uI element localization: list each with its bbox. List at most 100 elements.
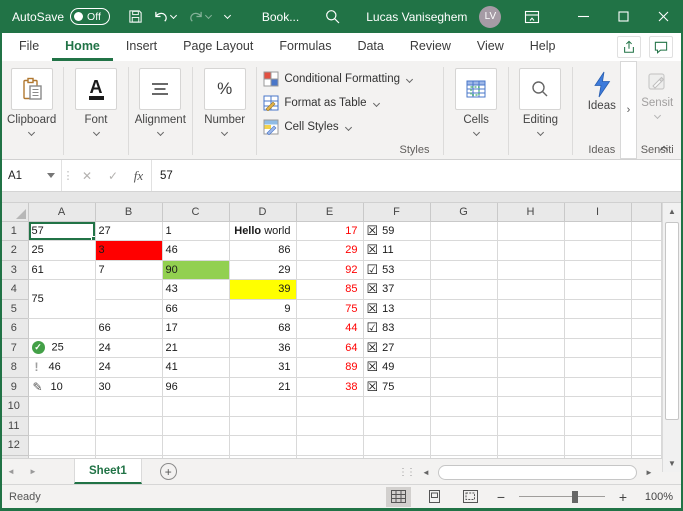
page-break-preview-button[interactable]	[458, 487, 483, 507]
cell-D12[interactable]	[229, 436, 296, 456]
checkbox-checked-icon[interactable]: ☑	[367, 320, 379, 335]
cell-B3[interactable]: 7	[95, 260, 162, 280]
scrollbar-resize-grip[interactable]: ⋮⋮	[398, 467, 414, 478]
close-button[interactable]	[643, 0, 683, 33]
checkbox-crossed-icon[interactable]: ☒	[367, 359, 379, 374]
horizontal-scrollbar[interactable]: ⋮⋮ ◄ ►	[398, 463, 657, 481]
name-box-dropdown-icon[interactable]	[47, 173, 55, 178]
cell-G10[interactable]	[430, 397, 497, 417]
cells-button[interactable]	[455, 68, 497, 110]
cell-I9[interactable]	[564, 377, 631, 397]
normal-view-button[interactable]	[386, 487, 411, 507]
fill-handle[interactable]	[91, 236, 96, 241]
cell-D6[interactable]: 68	[229, 319, 296, 339]
cells-group-button[interactable]: Cells	[444, 61, 507, 159]
cell-B8[interactable]: 24	[95, 358, 162, 378]
cell-C4[interactable]: 43	[162, 280, 229, 300]
cell-H6[interactable]	[497, 319, 564, 339]
cell-H2[interactable]	[497, 241, 564, 261]
autosave-pill[interactable]: Off	[70, 8, 110, 25]
undo-button[interactable]	[149, 7, 182, 27]
format-as-table-button[interactable]: Format as Table	[263, 91, 378, 115]
cell-E2[interactable]: 29	[296, 241, 363, 261]
cell-G12[interactable]	[430, 436, 497, 456]
scroll-right-icon[interactable]: ►	[641, 464, 657, 480]
cell-E10[interactable]	[296, 397, 363, 417]
cell-G6[interactable]	[430, 319, 497, 339]
column-header-a[interactable]: A	[28, 203, 95, 221]
cell-E5[interactable]: 75	[296, 299, 363, 319]
zoom-in-button[interactable]: +	[616, 489, 630, 505]
cell-F8[interactable]: ☒49	[363, 358, 430, 378]
cell-I11[interactable]	[564, 416, 631, 436]
cell-D4[interactable]: 39	[229, 280, 296, 300]
cell-A7[interactable]: ✓25	[28, 338, 95, 358]
page-layout-view-button[interactable]	[422, 487, 447, 507]
cell-A4[interactable]: 75	[28, 280, 95, 319]
cell-C1[interactable]: 1	[162, 221, 229, 241]
scroll-left-icon[interactable]: ◄	[418, 464, 434, 480]
cell-C5[interactable]: 66	[162, 299, 229, 319]
cell-A3[interactable]: 61	[28, 260, 95, 280]
zoom-slider-thumb[interactable]	[572, 491, 578, 503]
cell-H7[interactable]	[497, 338, 564, 358]
cell-G5[interactable]	[430, 299, 497, 319]
cell-I3[interactable]	[564, 260, 631, 280]
cell-F7[interactable]: ☒27	[363, 338, 430, 358]
maximize-button[interactable]	[603, 0, 643, 33]
vertical-scroll-thumb[interactable]	[665, 222, 679, 420]
scroll-up-icon[interactable]: ▲	[663, 203, 681, 220]
document-title[interactable]: Book...	[262, 10, 299, 24]
clipboard-group-button[interactable]: Clipboard	[0, 61, 63, 159]
cell-A6[interactable]	[28, 319, 95, 339]
cell-C6[interactable]: 17	[162, 319, 229, 339]
cell-B12[interactable]	[95, 436, 162, 456]
scroll-down-icon[interactable]: ▼	[663, 455, 681, 472]
cell-D9[interactable]: 21	[229, 377, 296, 397]
checkbox-crossed-icon[interactable]: ☒	[367, 223, 379, 238]
cell-B5[interactable]	[95, 299, 162, 319]
column-header-d[interactable]: D	[229, 203, 296, 221]
cell-F11[interactable]	[363, 416, 430, 436]
tab-insert[interactable]: Insert	[113, 33, 170, 61]
insert-function-button[interactable]: fx	[126, 160, 152, 191]
cell-A10[interactable]	[28, 397, 95, 417]
cell-G7[interactable]	[430, 338, 497, 358]
customize-quick-access-button[interactable]	[219, 10, 236, 23]
comments-button[interactable]	[649, 36, 673, 58]
vertical-scroll-track[interactable]	[663, 220, 681, 455]
zoom-out-button[interactable]: −	[494, 489, 508, 505]
cell-C10[interactable]	[162, 397, 229, 417]
cell-H4[interactable]	[497, 280, 564, 300]
cell-I10[interactable]	[564, 397, 631, 417]
row-header-11[interactable]: 11	[0, 416, 28, 436]
cell-E11[interactable]	[296, 416, 363, 436]
cell-H12[interactable]	[497, 436, 564, 456]
cell-F12[interactable]	[363, 436, 430, 456]
cell-G4[interactable]	[430, 280, 497, 300]
cell-D10[interactable]	[229, 397, 296, 417]
cell-D3[interactable]: 29	[229, 260, 296, 280]
cell-C9[interactable]: 96	[162, 377, 229, 397]
row-header-6[interactable]: 6	[0, 319, 28, 339]
cell-F2[interactable]: ☒11	[363, 241, 430, 261]
row-header-9[interactable]: 9	[0, 377, 28, 397]
cell-D2[interactable]: 86	[229, 241, 296, 261]
cell-E8[interactable]: 89	[296, 358, 363, 378]
cell-E3[interactable]: 92	[296, 260, 363, 280]
cell-I2[interactable]	[564, 241, 631, 261]
column-header-b[interactable]: B	[95, 203, 162, 221]
tab-help[interactable]: Help	[517, 33, 569, 61]
undo-dropdown-icon[interactable]	[170, 12, 177, 19]
cell-E12[interactable]	[296, 436, 363, 456]
row-header-12[interactable]: 12	[0, 436, 28, 456]
cell-E6[interactable]: 44	[296, 319, 363, 339]
enter-button[interactable]: ✓	[100, 160, 126, 191]
cell-E4[interactable]: 85	[296, 280, 363, 300]
column-header-i[interactable]: I	[564, 203, 631, 221]
checkbox-crossed-icon[interactable]: ☒	[367, 281, 379, 296]
cell-B9[interactable]: 30	[95, 377, 162, 397]
cell-D5[interactable]: 9	[229, 299, 296, 319]
formula-input[interactable]: 57	[152, 160, 683, 191]
ribbon-display-options-button[interactable]	[521, 6, 543, 28]
